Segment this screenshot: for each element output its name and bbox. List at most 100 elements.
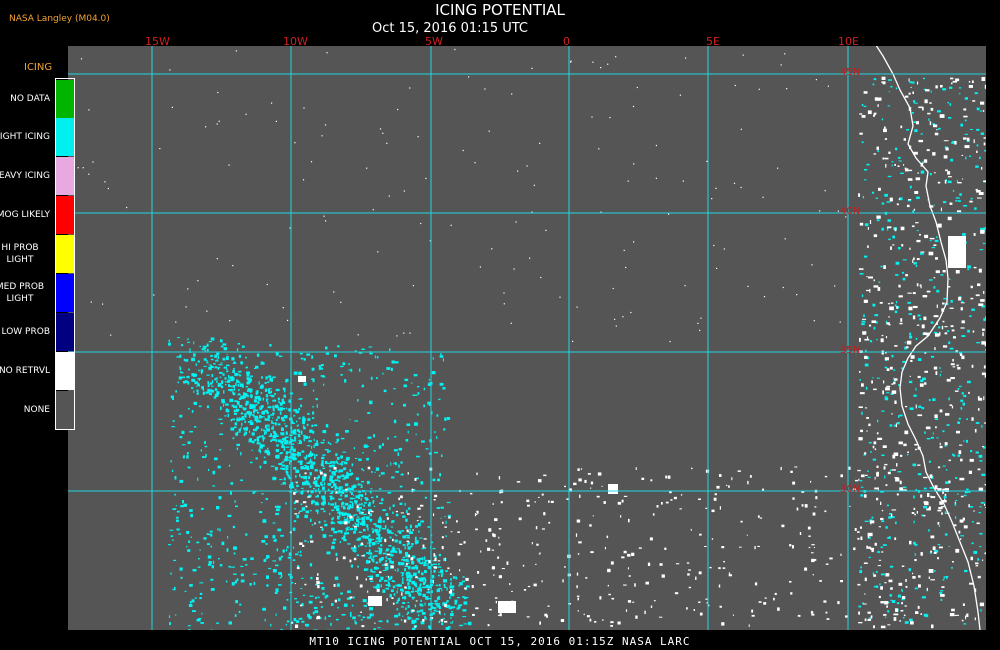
icing-cell	[357, 483, 361, 486]
no-retrieval-cell	[498, 575, 502, 579]
icing-cell	[411, 543, 414, 546]
no-retrieval-cell	[969, 458, 974, 462]
no-retrieval-cell	[673, 496, 677, 500]
icing-cell	[435, 584, 438, 587]
icing-cell	[255, 457, 258, 460]
no-retrieval-cell	[859, 337, 861, 342]
no-retrieval-cell	[699, 533, 702, 536]
no-retrieval-cell	[963, 137, 967, 140]
icing-cell	[947, 180, 952, 184]
icing-cell	[222, 357, 226, 361]
icing-cell	[912, 81, 915, 84]
icing-cell	[280, 483, 282, 485]
no-retrieval-cell	[336, 557, 338, 561]
icing-cell	[366, 552, 370, 554]
no-retrieval-cell	[916, 258, 920, 260]
no-retrieval-cell	[982, 446, 984, 448]
icing-cell	[249, 388, 253, 392]
icing-cell	[410, 591, 414, 593]
icing-cell	[300, 466, 304, 468]
icing-cell	[275, 418, 278, 421]
icing-cell	[425, 617, 427, 621]
no-retrieval-cell	[929, 506, 931, 508]
no-retrieval-cell	[970, 285, 973, 289]
icing-cell	[212, 560, 215, 564]
no-retrieval-cell	[874, 448, 877, 451]
icing-cell	[404, 502, 406, 506]
icing-cell	[431, 606, 435, 609]
icing-cell	[955, 200, 958, 202]
no-retrieval-cell	[880, 338, 884, 343]
no-retrieval-cell	[884, 582, 887, 584]
icing-cell	[274, 538, 277, 542]
no-retrieval-cell	[494, 518, 498, 522]
icing-cell	[330, 521, 334, 525]
icing-cell	[274, 393, 276, 395]
icing-cell	[188, 540, 191, 543]
icing-cell	[177, 337, 180, 339]
icing-cell	[390, 526, 394, 528]
no-retrieval-cell	[864, 577, 867, 582]
icing-cell	[427, 401, 431, 405]
icing-cell	[234, 388, 236, 391]
icing-cell	[356, 554, 359, 557]
icing-cell	[237, 343, 241, 345]
icing-cell	[386, 619, 389, 623]
icing-cell	[298, 407, 301, 411]
no-retrieval-cell	[780, 466, 782, 471]
icing-cell	[415, 565, 418, 567]
icing-cell	[963, 394, 967, 398]
icing-cell	[271, 438, 276, 441]
icing-cell	[333, 531, 338, 534]
icing-cell	[943, 576, 945, 579]
no-retrieval-cell	[792, 497, 795, 500]
icing-cell	[299, 440, 302, 444]
icing-cell	[210, 629, 213, 630]
icing-cell	[179, 436, 183, 439]
icing-cell	[957, 200, 961, 202]
icing-cell	[286, 599, 289, 601]
icing-cell	[324, 491, 326, 495]
icing-cell	[949, 278, 951, 280]
icing-cell	[947, 102, 950, 104]
no-retrieval-cell	[971, 80, 974, 84]
icing-cell	[310, 576, 313, 580]
icing-cell	[208, 468, 210, 471]
no-retrieval-cell	[527, 504, 530, 507]
icing-cell	[340, 494, 343, 497]
icing-cell	[250, 375, 253, 378]
no-retrieval-cell	[414, 478, 417, 481]
icing-cell	[913, 262, 917, 265]
icing-cell	[264, 535, 268, 539]
icing-cell	[904, 341, 907, 344]
icing-cell	[357, 615, 361, 617]
icing-cell	[292, 440, 297, 442]
icing-cell	[207, 555, 212, 559]
icing-cell	[259, 465, 262, 469]
no-retrieval-cell	[922, 295, 928, 298]
icing-cell	[967, 329, 970, 333]
icing-cell	[366, 445, 369, 447]
icing-cell	[367, 527, 369, 531]
icing-cell	[940, 598, 943, 601]
icing-cell	[267, 451, 271, 456]
icing-cell	[229, 398, 234, 403]
icing-cell	[863, 179, 867, 181]
icing-cell	[366, 524, 369, 528]
icing-cell	[898, 415, 900, 418]
icing-cell	[286, 459, 290, 461]
no-retrieval-cell	[353, 557, 357, 561]
no-retrieval-cell	[876, 146, 879, 150]
icing-cell	[183, 455, 185, 458]
icing-cell	[895, 87, 898, 90]
no-retrieval-cell	[904, 406, 908, 408]
icing-cell	[372, 613, 374, 617]
no-retrieval-cell	[923, 501, 928, 504]
icing-cell	[329, 469, 331, 472]
icing-cell	[187, 625, 191, 627]
icing-cell	[181, 444, 186, 446]
icing-cell	[967, 268, 970, 271]
icing-cell	[267, 401, 269, 405]
icing-cell	[187, 466, 190, 468]
no-retrieval-cell	[969, 200, 973, 203]
